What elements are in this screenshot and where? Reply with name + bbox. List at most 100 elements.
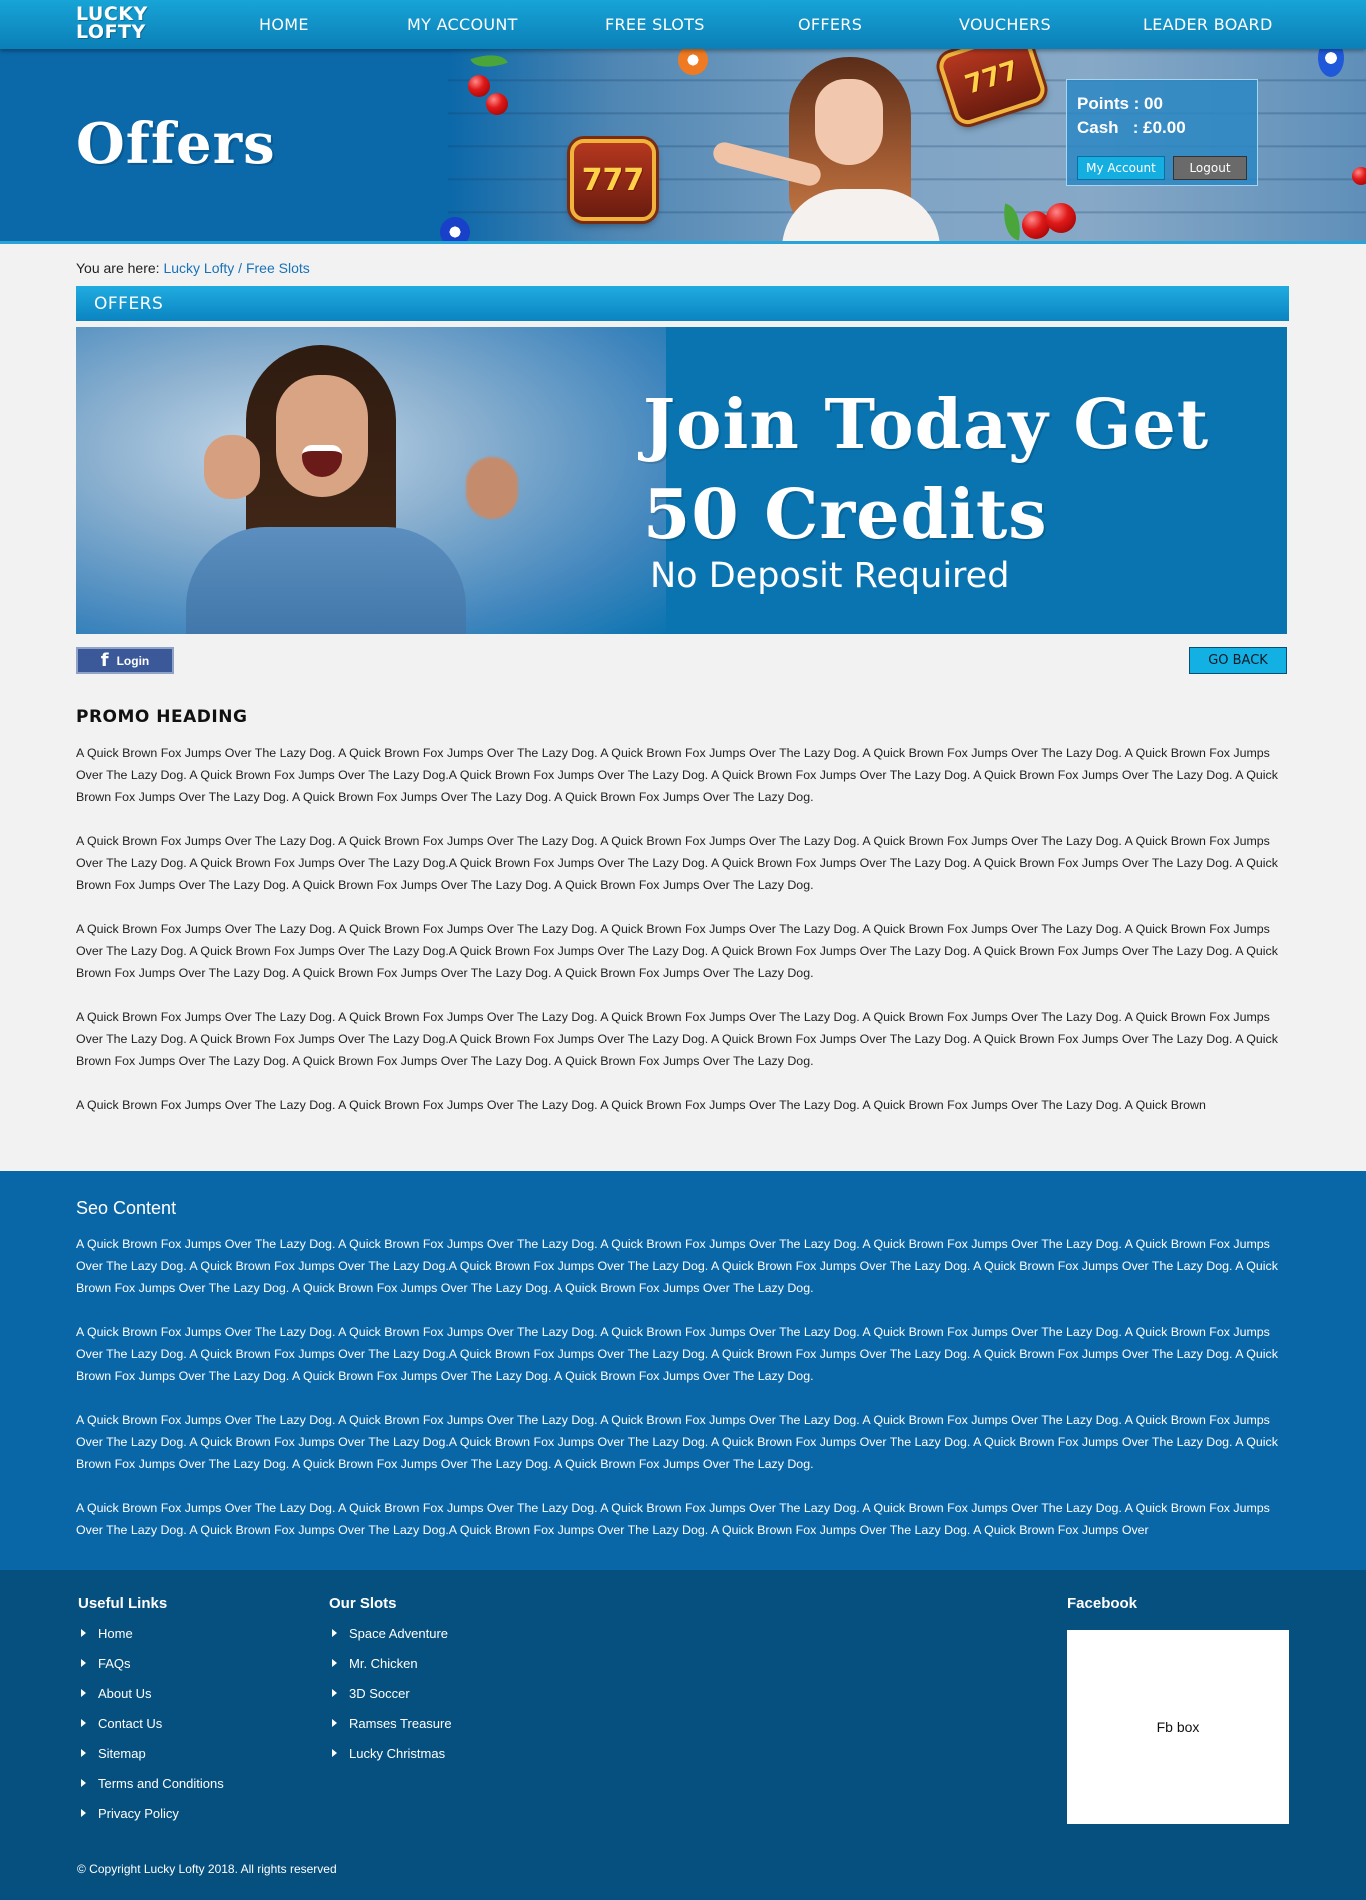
promo-paragraph: A Quick Brown Fox Jumps Over The Lazy Do…: [76, 834, 1278, 892]
copyright-text: © Copyright Lucky Lofty 2018. All rights…: [77, 1862, 337, 1876]
breadcrumb: You are here: Lucky Lofty / Free Slots: [76, 260, 310, 276]
seo-paragraph: A Quick Brown Fox Jumps Over The Lazy Do…: [76, 1325, 1278, 1383]
caret-right-icon: [81, 1779, 86, 1787]
caret-right-icon: [81, 1659, 86, 1667]
section-title: OFFERS: [94, 294, 164, 314]
footer-link-terms[interactable]: Terms and Conditions: [78, 1776, 224, 1806]
caret-right-icon: [81, 1629, 86, 1637]
banner-headline-line1: Join Today Get: [643, 385, 1210, 465]
footer-link-label: 3D Soccer: [349, 1686, 410, 1701]
seo-section: Seo Content A Quick Brown Fox Jumps Over…: [0, 1171, 1366, 1570]
breadcrumb-link-free-slots[interactable]: Free Slots: [246, 260, 310, 276]
hero-banner: 777 777 Offers Points : 00 Cash : £0.00 …: [0, 49, 1366, 244]
account-summary-box: Points : 00 Cash : £0.00 My Account Logo…: [1066, 79, 1258, 186]
promo-paragraph: A Quick Brown Fox Jumps Over The Lazy Do…: [76, 746, 1278, 804]
breadcrumb-link-home[interactable]: Lucky Lofty: [163, 260, 234, 276]
banner-woman-face: [276, 375, 368, 497]
footer-link-label: Contact Us: [98, 1716, 163, 1731]
seo-paragraph: A Quick Brown Fox Jumps Over The Lazy Do…: [76, 1237, 1278, 1295]
footer-useful-links-list: Home FAQs About Us Contact Us Sitemap Te…: [78, 1626, 224, 1836]
cash-display: Cash : £0.00: [1077, 118, 1186, 137]
footer-link-home[interactable]: Home: [78, 1626, 224, 1656]
logout-button[interactable]: Logout: [1173, 156, 1247, 180]
promo-body: A Quick Brown Fox Jumps Over The Lazy Do…: [76, 742, 1292, 1112]
casino-chip-icon: [440, 217, 470, 244]
footer-slot-space-adventure[interactable]: Space Adventure: [329, 1626, 452, 1656]
page-title: Offers: [76, 111, 276, 177]
footer-link-about-us[interactable]: About Us: [78, 1686, 224, 1716]
footer-link-contact-us[interactable]: Contact Us: [78, 1716, 224, 1746]
section-header-bar: OFFERS: [76, 286, 1289, 321]
nav-item-home[interactable]: HOME: [259, 15, 309, 34]
footer-link-label: Home: [98, 1626, 133, 1641]
footer-useful-links-title: Useful Links: [78, 1595, 168, 1612]
nav-item-offers[interactable]: OFFERS: [798, 15, 862, 34]
seo-body: A Quick Brown Fox Jumps Over The Lazy Do…: [76, 1233, 1292, 1551]
seo-paragraph: A Quick Brown Fox Jumps Over The Lazy Do…: [76, 1413, 1278, 1471]
caret-right-icon: [332, 1689, 337, 1697]
footer-slot-lucky-christmas[interactable]: Lucky Christmas: [329, 1746, 452, 1776]
caret-right-icon: [81, 1689, 86, 1697]
footer-link-faqs[interactable]: FAQs: [78, 1656, 224, 1686]
promo-banner: Join Today Get 50 Credits No Deposit Req…: [76, 327, 1287, 634]
facebook-login-button[interactable]: f Login: [76, 647, 174, 674]
caret-right-icon: [332, 1629, 337, 1637]
nav-item-leader-board[interactable]: LEADER BOARD: [1143, 15, 1273, 34]
footer-our-slots-title: Our Slots: [329, 1595, 397, 1612]
footer-slot-ramses-treasure[interactable]: Ramses Treasure: [329, 1716, 452, 1746]
nav-item-vouchers[interactable]: VOUCHERS: [959, 15, 1051, 34]
facebook-widget-box[interactable]: Fb box: [1067, 1630, 1289, 1824]
cherry-icon: [486, 93, 508, 115]
hero-woman-face: [815, 79, 883, 165]
footer-link-label: Sitemap: [98, 1746, 146, 1761]
promo-paragraph: A Quick Brown Fox Jumps Over The Lazy Do…: [76, 922, 1278, 980]
footer-our-slots-list: Space Adventure Mr. Chicken 3D Soccer Ra…: [329, 1626, 452, 1776]
footer-link-label: FAQs: [98, 1656, 131, 1671]
caret-right-icon: [81, 1719, 86, 1727]
promo-paragraph: A Quick Brown Fox Jumps Over The Lazy Do…: [76, 1098, 1206, 1112]
points-display: Points : 00: [1077, 94, 1163, 113]
cherry-icon: [468, 75, 490, 97]
breadcrumb-prefix: You are here:: [76, 260, 164, 276]
footer-link-label: Mr. Chicken: [349, 1656, 418, 1671]
banner-woman-shirt: [186, 527, 466, 634]
footer-slot-3d-soccer[interactable]: 3D Soccer: [329, 1686, 452, 1716]
seo-title: Seo Content: [76, 1198, 177, 1218]
footer-link-label: Terms and Conditions: [98, 1776, 224, 1791]
nav-item-my-account[interactable]: MY ACCOUNT: [407, 15, 518, 34]
go-back-button[interactable]: GO BACK: [1189, 647, 1287, 674]
promo-heading: PROMO HEADING: [76, 707, 248, 727]
slot-machine-777-icon: 777: [570, 139, 656, 221]
cherry-icon: [1046, 203, 1076, 233]
facebook-widget-label: Fb box: [1156, 1719, 1200, 1735]
site-footer: Useful Links Home FAQs About Us Contact …: [0, 1570, 1366, 1900]
my-account-button[interactable]: My Account: [1077, 156, 1165, 180]
footer-link-privacy[interactable]: Privacy Policy: [78, 1806, 224, 1836]
footer-slot-mr-chicken[interactable]: Mr. Chicken: [329, 1656, 452, 1686]
facebook-login-label: Login: [116, 653, 150, 668]
hero-bottom-strip: [0, 241, 1366, 244]
breadcrumb-separator: /: [234, 260, 246, 276]
top-navigation-bar: LUCKY LOFTY HOME MY ACCOUNT FREE SLOTS O…: [0, 0, 1366, 49]
banner-subheadline: No Deposit Required: [650, 556, 1010, 596]
banner-photo: [76, 327, 666, 634]
banner-woman-fist: [466, 457, 518, 519]
caret-right-icon: [81, 1809, 86, 1817]
site-logo[interactable]: LUCKY LOFTY: [76, 5, 162, 45]
footer-link-sitemap[interactable]: Sitemap: [78, 1746, 224, 1776]
footer-facebook-title: Facebook: [1067, 1595, 1138, 1612]
caret-right-icon: [332, 1659, 337, 1667]
footer-link-label: Lucky Christmas: [349, 1746, 446, 1761]
footer-link-label: Privacy Policy: [98, 1806, 179, 1821]
footer-link-label: Ramses Treasure: [349, 1716, 452, 1731]
banner-headline-line2: 50 Credits: [643, 475, 1048, 555]
nav-item-free-slots[interactable]: FREE SLOTS: [605, 15, 705, 34]
seo-paragraph: A Quick Brown Fox Jumps Over The Lazy Do…: [76, 1501, 1270, 1537]
facebook-icon: f: [100, 649, 109, 671]
caret-right-icon: [332, 1719, 337, 1727]
banner-woman-fist: [204, 435, 260, 499]
footer-link-label: About Us: [98, 1686, 152, 1701]
footer-link-label: Space Adventure: [349, 1626, 449, 1641]
caret-right-icon: [332, 1749, 337, 1757]
logo-line-2: LOFTY: [76, 21, 146, 43]
